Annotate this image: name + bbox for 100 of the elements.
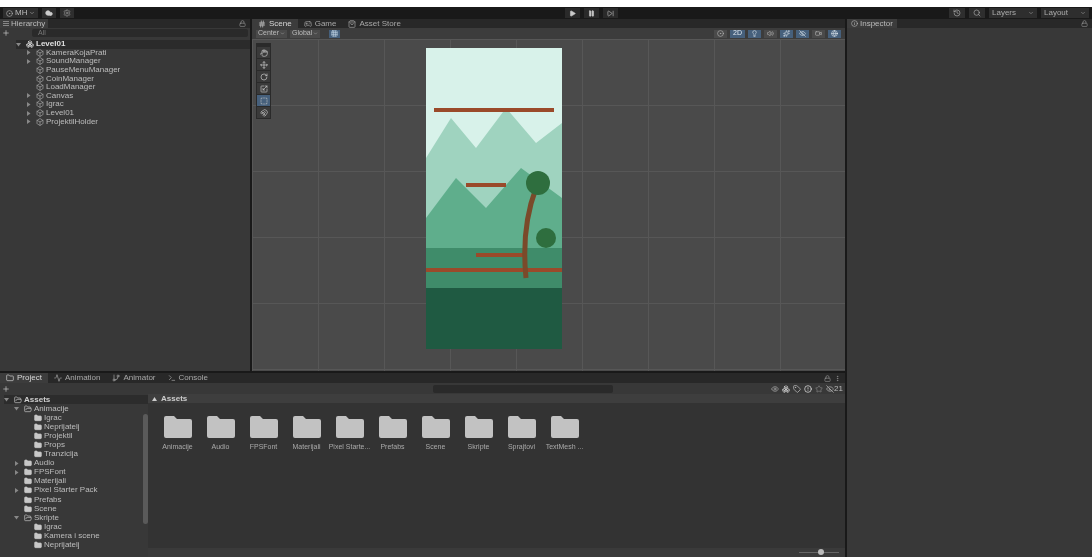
project-tree-item[interactable]: FPSFont	[34, 468, 66, 477]
project-tree-item[interactable]: Animacije	[34, 404, 69, 413]
view-toggle[interactable]	[714, 29, 728, 38]
history-button[interactable]	[949, 8, 965, 18]
lock-icon	[824, 374, 831, 382]
project-tree-item[interactable]: Neprijatelj	[44, 422, 80, 431]
speaker-icon	[767, 30, 774, 37]
project-tree-item[interactable]: Igrac	[44, 413, 62, 422]
pause-button[interactable]	[584, 8, 600, 18]
caret-icon	[29, 10, 36, 16]
scrollbar[interactable]	[143, 414, 148, 524]
project-tree-item[interactable]: Assets	[24, 395, 51, 404]
move-arrows-icon	[259, 60, 268, 69]
view-toggle[interactable]	[780, 29, 793, 38]
menu-icon	[3, 21, 9, 26]
panel-tab[interactable]: Project	[0, 373, 48, 383]
hierarchy-item[interactable]: LoadManager	[46, 83, 96, 92]
game-tab-icon	[303, 19, 312, 28]
panel-tab[interactable]: Animator	[106, 373, 162, 383]
folder-icon[interactable]	[335, 416, 364, 438]
layout-dropdown[interactable]: Layout	[1041, 8, 1089, 18]
breadcrumb[interactable]: Assets	[161, 392, 188, 405]
slider-thumb[interactable]	[818, 549, 824, 555]
panel-tab[interactable]: Hierarchy	[0, 19, 49, 28]
grid-icon	[331, 30, 339, 37]
grid-button[interactable]	[329, 29, 341, 38]
folder-icon[interactable]	[421, 416, 450, 438]
project-tree-item[interactable]: Kamera i scene	[44, 531, 100, 540]
play-button[interactable]	[565, 8, 581, 18]
scene-tool-button[interactable]	[257, 71, 270, 82]
view-toggle[interactable]	[748, 29, 761, 38]
view-toggle[interactable]	[796, 29, 809, 38]
view-toggle[interactable]	[812, 29, 825, 38]
folder-icon[interactable]	[378, 416, 407, 438]
hierarchy-item[interactable]: PauseMenuManager	[46, 66, 121, 75]
cloud-button[interactable]	[42, 8, 57, 18]
scene-tool-button[interactable]	[257, 47, 270, 58]
project-tree-item[interactable]: Igrac	[44, 522, 62, 531]
lightbulb-icon	[751, 30, 758, 37]
magnet-icon	[259, 108, 268, 117]
project-tree-item[interactable]: Materijali	[34, 477, 66, 486]
hierarchy-item[interactable]: Igrac	[46, 100, 64, 109]
account-button[interactable]: MH	[3, 8, 39, 18]
folder-icon[interactable]	[163, 416, 192, 438]
panel-tab[interactable]: Inspector	[847, 19, 897, 28]
search-button[interactable]	[969, 8, 985, 18]
panel-tab[interactable]: Animation	[47, 373, 107, 383]
add-icon	[2, 384, 10, 393]
pause-icon	[588, 9, 596, 17]
hierarchy-item[interactable]: Level01	[46, 109, 75, 118]
camera-icon	[815, 30, 822, 37]
history-icon	[953, 9, 961, 17]
hierarchy-item[interactable]: SoundManager	[46, 57, 101, 66]
add-icon	[2, 29, 10, 37]
project-tree-item[interactable]: Skripte	[34, 513, 59, 522]
folder-icon[interactable]	[507, 416, 536, 438]
folder-icon[interactable]	[206, 416, 235, 438]
step-button[interactable]	[603, 8, 619, 18]
view-toggle[interactable]	[764, 29, 777, 38]
scene-tool-button[interactable]	[257, 95, 270, 106]
layers-dropdown[interactable]: Layers	[989, 8, 1037, 18]
hierarchy-item[interactable]: Canvas	[46, 91, 74, 100]
project-tree-item[interactable]: Neprijatelj	[44, 541, 80, 550]
eye-slash-icon	[826, 384, 835, 393]
info-icon	[851, 20, 858, 27]
hierarchy-item[interactable]: CoinManager	[46, 74, 95, 83]
hierarchy-item[interactable]: KameraKojaPrati	[46, 48, 107, 57]
scene-tool-button[interactable]	[257, 83, 270, 94]
hand-icon	[259, 48, 268, 57]
view-toggle[interactable]	[828, 29, 841, 38]
folder-icon[interactable]	[464, 416, 493, 438]
project-tree-item[interactable]: Scene	[34, 504, 57, 513]
folder-icon[interactable]	[249, 416, 278, 438]
scene-tool-button[interactable]	[257, 107, 270, 118]
sparkles-icon	[783, 30, 790, 37]
project-tree-item[interactable]: Prefabs	[34, 495, 62, 504]
project-tree-item[interactable]: Audio	[34, 459, 55, 468]
project-tree-item[interactable]: Projektil	[44, 431, 73, 440]
caret-icon	[1080, 10, 1086, 16]
panel-tab[interactable]: Scene	[252, 19, 298, 28]
fold-arrow-icon[interactable]	[14, 488, 19, 493]
sphere-icon	[717, 30, 725, 37]
collapse-arrow-icon[interactable]	[152, 396, 157, 401]
panel-tab[interactable]: Asset Store	[342, 19, 407, 28]
scene-tool-button[interactable]	[257, 59, 270, 70]
panel-tab[interactable]: Game	[297, 19, 343, 28]
caret-icon	[313, 31, 319, 36]
project-tree-item[interactable]: Pixel Starter Pack	[34, 486, 98, 495]
fold-arrow-icon[interactable]	[14, 515, 19, 521]
settings-icon	[63, 9, 72, 17]
panel-tab[interactable]: Console	[161, 373, 214, 383]
project-tree-item[interactable]: Tranzicija	[44, 450, 78, 459]
caret-icon	[280, 31, 285, 36]
hidden-count[interactable]: 21	[826, 382, 843, 395]
folder-icon[interactable]	[550, 416, 579, 438]
hierarchy-item[interactable]: ProjektilHolder	[46, 117, 99, 126]
console-tab-icon	[167, 374, 176, 382]
project-tree-item[interactable]: Props	[44, 441, 65, 449]
hierarchy-item[interactable]: Level01	[36, 40, 66, 49]
folder-icon[interactable]	[292, 416, 321, 438]
